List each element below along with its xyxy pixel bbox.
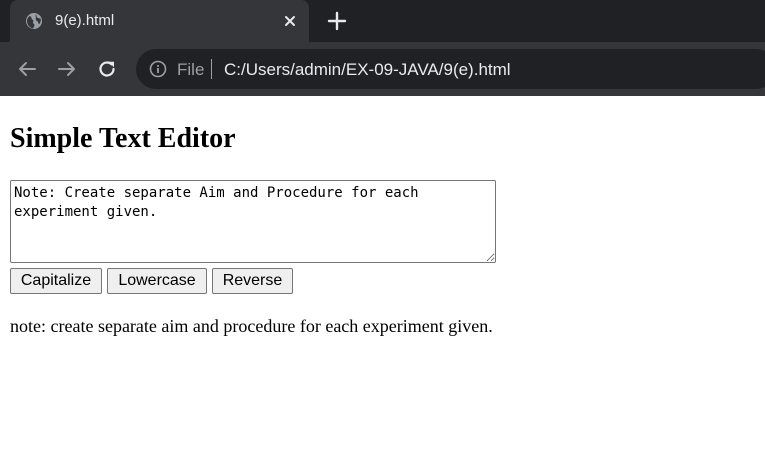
text-editor-textarea[interactable]: Note: Create separate Aim and Procedure …: [10, 180, 496, 263]
divider: [211, 59, 212, 79]
reload-icon[interactable]: [95, 57, 119, 81]
reverse-button[interactable]: Reverse: [212, 268, 293, 294]
output-text: note: create separate aim and procedure …: [10, 316, 493, 336]
tab-title: 9(e).html: [55, 12, 115, 29]
new-tab-plus-icon[interactable]: [326, 10, 348, 32]
scheme-label: File: [177, 60, 205, 79]
page-content: Simple Text Editor Note: Create separate…: [0, 96, 765, 464]
url-text[interactable]: C:/Users/admin/EX-09-JAVA/9(e).html: [224, 59, 511, 80]
page-title: Simple Text Editor: [10, 123, 236, 154]
address-bar[interactable]: File C:/Users/admin/EX-09-JAVA/9(e).html: [136, 49, 765, 89]
back-arrow-icon[interactable]: [15, 57, 39, 81]
browser-window: 9(e).html File C:/Users/admin/EX-09-JAVA…: [0, 0, 765, 464]
toolbar: File C:/Users/admin/EX-09-JAVA/9(e).html: [0, 42, 765, 96]
forward-arrow-icon[interactable]: [55, 57, 79, 81]
tab-active[interactable]: 9(e).html: [10, 0, 309, 42]
capitalize-button[interactable]: Capitalize: [10, 268, 102, 294]
lowercase-button[interactable]: Lowercase: [107, 268, 207, 294]
info-icon[interactable]: [149, 60, 167, 78]
close-icon[interactable]: [280, 11, 300, 31]
globe-icon: [25, 12, 43, 30]
tab-strip: 9(e).html: [0, 0, 765, 42]
